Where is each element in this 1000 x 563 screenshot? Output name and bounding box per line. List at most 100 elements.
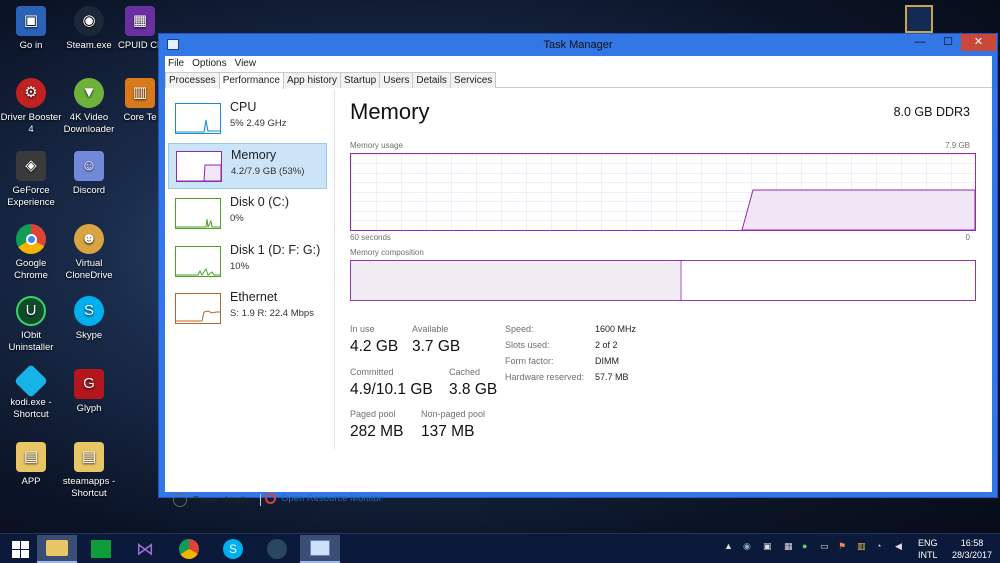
clock-date: 28/3/2017 <box>951 550 992 560</box>
resource-item-disk0[interactable]: Disk 0 (C:) 0% <box>168 191 327 237</box>
tab-details[interactable]: Details <box>412 72 451 88</box>
tray-download-icon[interactable]: ● <box>802 541 807 551</box>
tab-startup[interactable]: Startup <box>339 72 381 88</box>
resource-item-memory[interactable]: Memory 4.2/7.9 GB (53%) <box>168 143 327 189</box>
taskbar-task-manager[interactable] <box>300 535 340 563</box>
resource-item-ethernet[interactable]: Ethernet S: 1.9 R: 22.4 Mbps <box>168 286 327 332</box>
taskbar-steam[interactable] <box>257 535 297 563</box>
fewer-details-button[interactable]: ︿ Fewer details <box>173 493 250 507</box>
desktop-icon-label: steamapps - Shortcut <box>62 476 116 499</box>
4k-video-icon: ▼ <box>74 78 104 108</box>
maximize-button[interactable]: ☐ <box>935 34 961 51</box>
performance-panel: CPU 5% 2.49 GHz Memory 4.2/7.9 GB (53%) … <box>165 89 992 507</box>
paged-pool-label: Paged pool <box>350 409 396 419</box>
desktop-icon-steam[interactable]: ◉ Steam.exe <box>58 6 120 52</box>
start-button[interactable] <box>0 535 40 563</box>
resource-monitor-icon <box>265 493 276 504</box>
desktop-icon-label: Go in <box>19 40 43 51</box>
available-value: 3.7 GB <box>412 338 461 355</box>
resource-value: 5% 2.49 GHz <box>230 118 287 129</box>
desktop-icon-go-in[interactable]: ▣ Go in <box>0 6 62 52</box>
tray-volume-icon[interactable]: ◀ <box>895 541 902 552</box>
desktop-icon-glyph[interactable]: G Glyph <box>58 369 120 415</box>
hardware-reserved-value: 57.7 MB <box>595 372 629 382</box>
windows-logo-icon <box>11 540 29 558</box>
desktop-icon-kodi[interactable]: kodi.exe - Shortcut <box>0 364 62 421</box>
open-resource-monitor-link[interactable]: Open Resource Monitor <box>265 493 382 504</box>
cpu-thumbnail-graph <box>175 103 221 134</box>
desktop-icon-skype[interactable]: S Skype <box>58 296 120 342</box>
desktop-icon-label: IObit Uninstaller <box>8 330 54 353</box>
taskbar-store[interactable] <box>81 535 121 563</box>
league-of-legends-icon[interactable] <box>905 5 933 33</box>
desktop-icon-driver-booster[interactable]: ⚙ Driver Booster 4 <box>0 78 62 136</box>
desktop-icon-steamapps[interactable]: ▤ steamapps - Shortcut <box>58 442 120 500</box>
desktop-icon-label: Steam.exe <box>66 40 112 51</box>
tray-wifi-icon[interactable]: ◔ <box>876 541 881 551</box>
desktop-icon-clonedrive[interactable]: ☻ Virtual CloneDrive <box>58 224 120 282</box>
menu-view[interactable]: View <box>234 56 258 72</box>
tab-services[interactable]: Services <box>449 72 497 88</box>
tray-flag-icon[interactable]: ⚑ <box>838 541 846 552</box>
tray-steam-icon[interactable]: ◉ <box>743 541 751 552</box>
memory-in-use-segment <box>351 261 682 300</box>
desktop-icon-label: APP <box>21 476 41 487</box>
discord-icon: ☺ <box>74 151 104 181</box>
tray-app-icon[interactable]: ▣ <box>763 541 772 552</box>
desktop-icon-discord[interactable]: ☺ Discord <box>58 151 120 197</box>
taskbar-skype[interactable]: S <box>213 535 253 563</box>
disk1-thumbnail-graph <box>175 246 221 277</box>
driver-booster-icon: ⚙ <box>16 78 46 108</box>
clock[interactable]: 16:58 28/3/2017 <box>952 537 992 561</box>
resource-item-cpu[interactable]: CPU 5% 2.49 GHz <box>168 96 327 142</box>
menu-options[interactable]: Options <box>191 56 227 72</box>
disk0-thumbnail-graph <box>175 198 221 229</box>
desktop-icon-label: Core Te <box>123 112 157 123</box>
desktop-icon-label: GeForce Experience <box>7 185 55 208</box>
chrome-icon <box>179 539 199 559</box>
non-paged-pool-value: 137 MB <box>421 423 475 440</box>
menu-bar: File Options View <box>165 56 992 72</box>
taskbar-file-explorer[interactable] <box>37 535 77 563</box>
desktop-icon-chrome[interactable]: Google Chrome <box>0 224 62 282</box>
taskbar-chrome[interactable] <box>169 535 209 563</box>
computer-icon: ▣ <box>16 6 46 36</box>
minimize-button[interactable]: — <box>907 34 933 51</box>
slots-value: 2 of 2 <box>595 340 618 350</box>
store-icon <box>91 540 111 558</box>
committed-value: 4.9/10.1 GB <box>350 381 433 398</box>
cached-label: Cached <box>449 367 481 377</box>
show-hidden-icons-button[interactable]: ▲ <box>724 541 733 551</box>
title-bar[interactable]: Task Manager — ☐ ✕ <box>159 34 997 56</box>
window-client: File Options View Processes Performance … <box>165 56 992 507</box>
taskbar: ⋈ S ▲ ◉ ▣ ▦ ● ▭ ⚑ ▥ ◔ ◀ ENG INTL 16:58 2… <box>0 533 1000 563</box>
input-language[interactable]: ENG INTL <box>918 537 938 561</box>
tab-users[interactable]: Users <box>379 72 414 88</box>
memory-usage-label: Memory usage <box>350 141 403 150</box>
desktop-icon-geforce[interactable]: ◈ GeForce Experience <box>0 151 62 209</box>
core-temp-icon: ▥ <box>125 78 155 108</box>
resource-item-disk1[interactable]: Disk 1 (D: F: G:) 10% <box>168 239 327 285</box>
resource-name: Disk 1 (D: F: G:) <box>230 243 321 257</box>
tab-app-history[interactable]: App history <box>282 72 341 88</box>
tab-performance[interactable]: Performance <box>218 72 284 89</box>
desktop-icon-cpuid[interactable]: ▦ CPUID CP <box>118 6 162 52</box>
desktop-icon-iobit[interactable]: U IObit Uninstaller <box>0 296 62 354</box>
skype-icon: S <box>74 296 104 326</box>
close-button[interactable]: ✕ <box>961 34 996 51</box>
steam-icon <box>267 539 287 559</box>
graph-time-right: 0 <box>965 233 970 242</box>
tray-network-icon[interactable]: ▥ <box>857 541 866 552</box>
menu-file[interactable]: File <box>167 56 185 72</box>
tray-monitor-icon[interactable]: ▦ <box>784 541 793 552</box>
desktop-icon-core-temp[interactable]: ▥ Core Te <box>118 78 162 124</box>
committed-label: Committed <box>350 367 394 377</box>
tray-battery-icon[interactable]: ▭ <box>820 541 829 552</box>
page-title: Memory <box>350 99 430 124</box>
desktop-icon-app-folder[interactable]: ▤ APP <box>0 442 62 488</box>
desktop-icon-4k-video[interactable]: ▼ 4K Video Downloader <box>58 78 120 136</box>
tab-processes[interactable]: Processes <box>165 72 220 88</box>
folder-icon <box>46 540 68 556</box>
paged-pool-value: 282 MB <box>350 423 404 440</box>
taskbar-visual-studio[interactable]: ⋈ <box>125 535 165 563</box>
